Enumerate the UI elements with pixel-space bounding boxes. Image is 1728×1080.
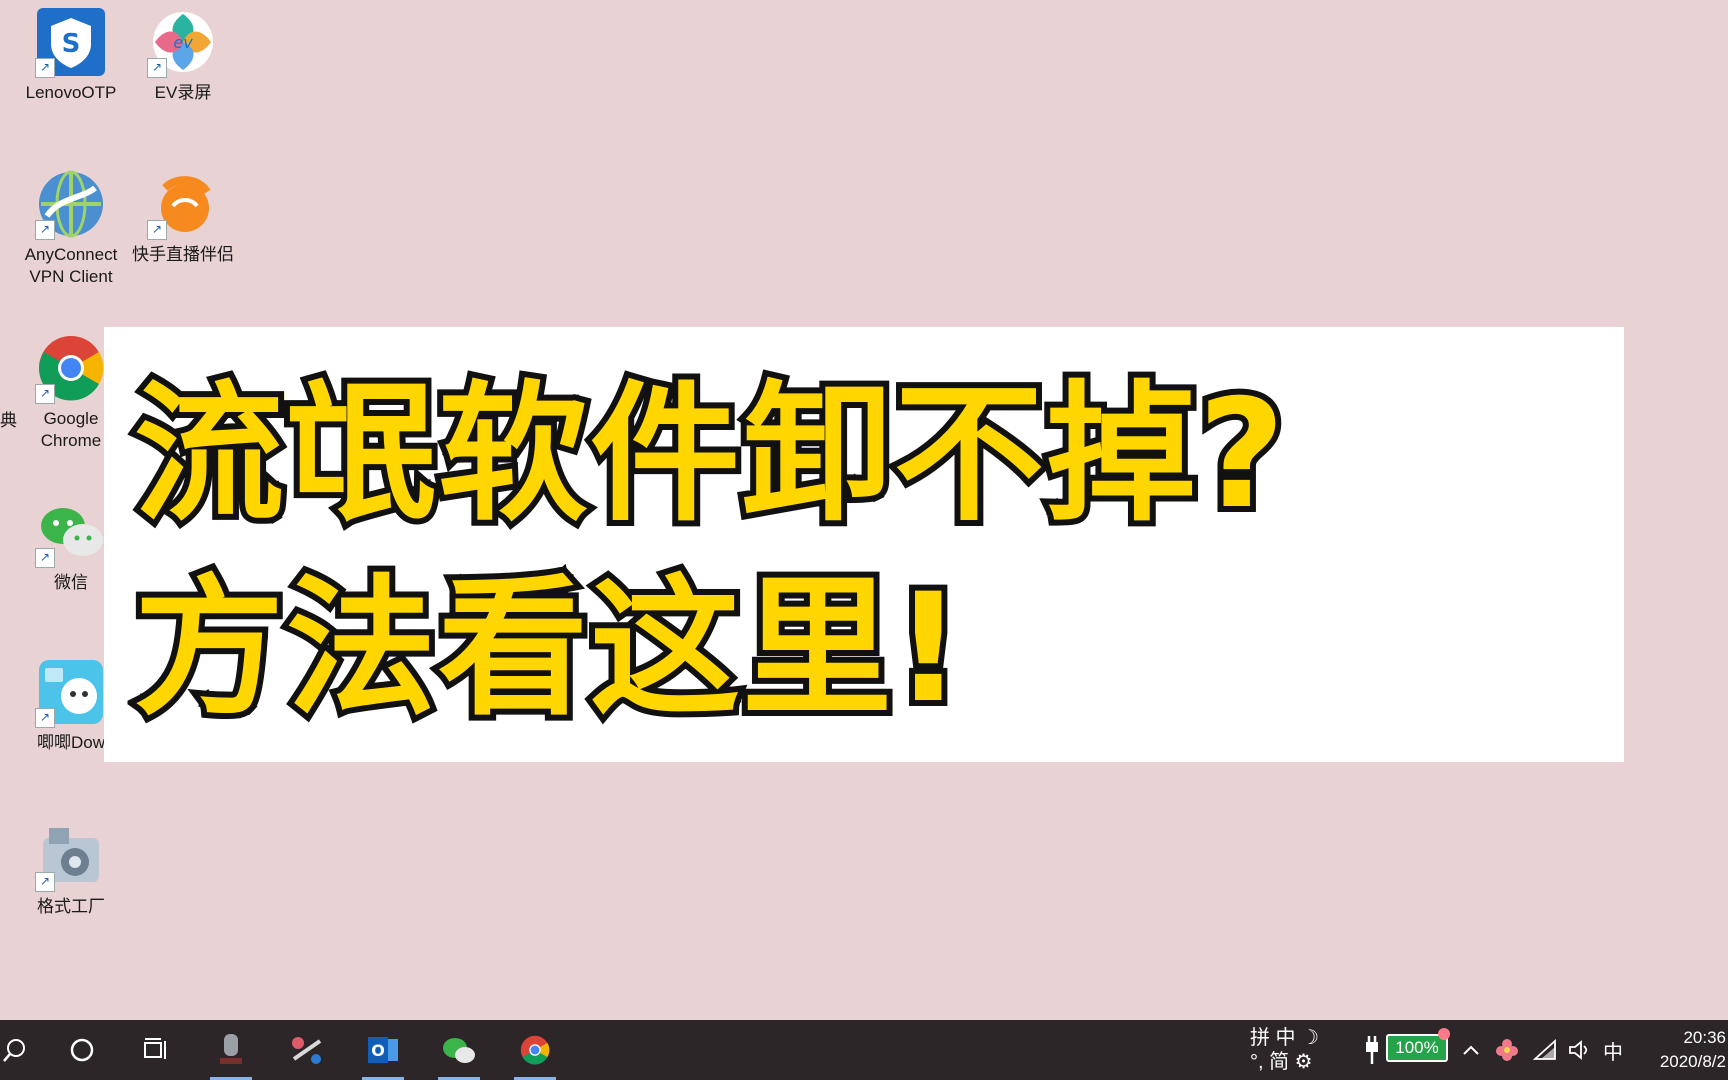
svg-text:ev: ev (173, 33, 193, 52)
chevron-up-icon[interactable] (1458, 1020, 1484, 1080)
cortana-icon[interactable] (60, 1020, 104, 1080)
desktop-icon-label: 格式工厂 (37, 897, 105, 916)
desktop-icon-label: 快手直播伴侣 (132, 245, 234, 264)
lenovootp-icon: S ↗ (35, 6, 107, 78)
desktop-icon-lenovootp[interactable]: S ↗ LenovoOTP (16, 6, 126, 104)
notification-dot (1438, 1028, 1450, 1040)
ime-indicator[interactable]: 拼 中 ☽ °, 简 ⚙ (1250, 1026, 1334, 1074)
banner-line-2: 方法看这里! (128, 556, 968, 742)
svg-text:S: S (62, 29, 81, 59)
shortcut-arrow-icon: ↗ (35, 58, 55, 78)
input-language-toggle[interactable]: 中 (1598, 1020, 1628, 1080)
shortcut-arrow-icon: ↗ (35, 708, 55, 728)
desktop-icon-kuaishou-live[interactable]: ↗ 快手直播伴侣 (128, 168, 238, 266)
volume-icon[interactable] (1564, 1020, 1594, 1080)
task-view-icon[interactable] (134, 1020, 178, 1080)
jijidown-icon: ↗ (35, 656, 107, 728)
wifi-icon[interactable] (1530, 1020, 1560, 1080)
desktop-icon-label: LenovoOTP (25, 83, 117, 102)
ime-mode-top: 拼 中 ☽ (1250, 1027, 1320, 1049)
wechat-icon: ↗ (35, 496, 107, 568)
desktop-icon-ev-recorder[interactable]: ev ↗ EV录屏 (128, 6, 238, 104)
svg-text:O: O (371, 1041, 385, 1060)
title-banner: 流氓软件卸不掉? 方法看这里! (104, 327, 1624, 762)
power-plug-icon (1360, 1020, 1384, 1080)
taskbar: O 拼 中 ☽ °, 简 ⚙ 100% 中 20:36 2020/8/2 (0, 1020, 1728, 1080)
battery-indicator[interactable]: 100% (1386, 1034, 1448, 1062)
banner-line-1: 流氓软件卸不掉? (128, 362, 1291, 548)
taskbar-app-snipping[interactable] (282, 1020, 332, 1080)
shortcut-arrow-icon: ↗ (147, 58, 167, 78)
taskbar-app-recorder[interactable] (206, 1020, 256, 1080)
shortcut-arrow-icon: ↗ (35, 220, 55, 240)
desktop-icon-format-factory[interactable]: ↗ 格式工厂 (16, 820, 126, 918)
anyconnect-globe-icon: ↗ (35, 168, 107, 240)
shortcut-arrow-icon: ↗ (35, 548, 55, 568)
chrome-icon: ↗ (35, 332, 107, 404)
shortcut-arrow-icon: ↗ (35, 384, 55, 404)
desktop-icon-anyconnect[interactable]: ↗ AnyConnect VPN Client (16, 168, 126, 288)
clock-time: 20:36 (1683, 1028, 1726, 1047)
ev-recorder-icon: ev ↗ (147, 6, 219, 78)
format-factory-icon: ↗ (35, 820, 107, 892)
ime-mode-bottom: °, 简 ⚙ (1250, 1051, 1313, 1073)
taskbar-app-wechat[interactable] (434, 1020, 484, 1080)
taskbar-app-outlook[interactable]: O (358, 1020, 408, 1080)
system-clock[interactable]: 20:36 2020/8/2 (1630, 1026, 1726, 1074)
clock-date: 2020/8/2 (1659, 1052, 1726, 1071)
shortcut-arrow-icon: ↗ (35, 872, 55, 892)
shortcut-arrow-icon: ↗ (147, 220, 167, 240)
search-icon[interactable] (0, 1020, 30, 1080)
clipped-desktop-label: 典 (0, 411, 17, 430)
desktop-icon-label: AnyConnect VPN Client (24, 245, 118, 286)
kuaishou-live-icon: ↗ (147, 168, 219, 240)
desktop-icon-label: EV录屏 (154, 83, 212, 102)
flower-app-icon[interactable] (1492, 1020, 1522, 1080)
taskbar-app-chrome[interactable] (510, 1020, 560, 1080)
